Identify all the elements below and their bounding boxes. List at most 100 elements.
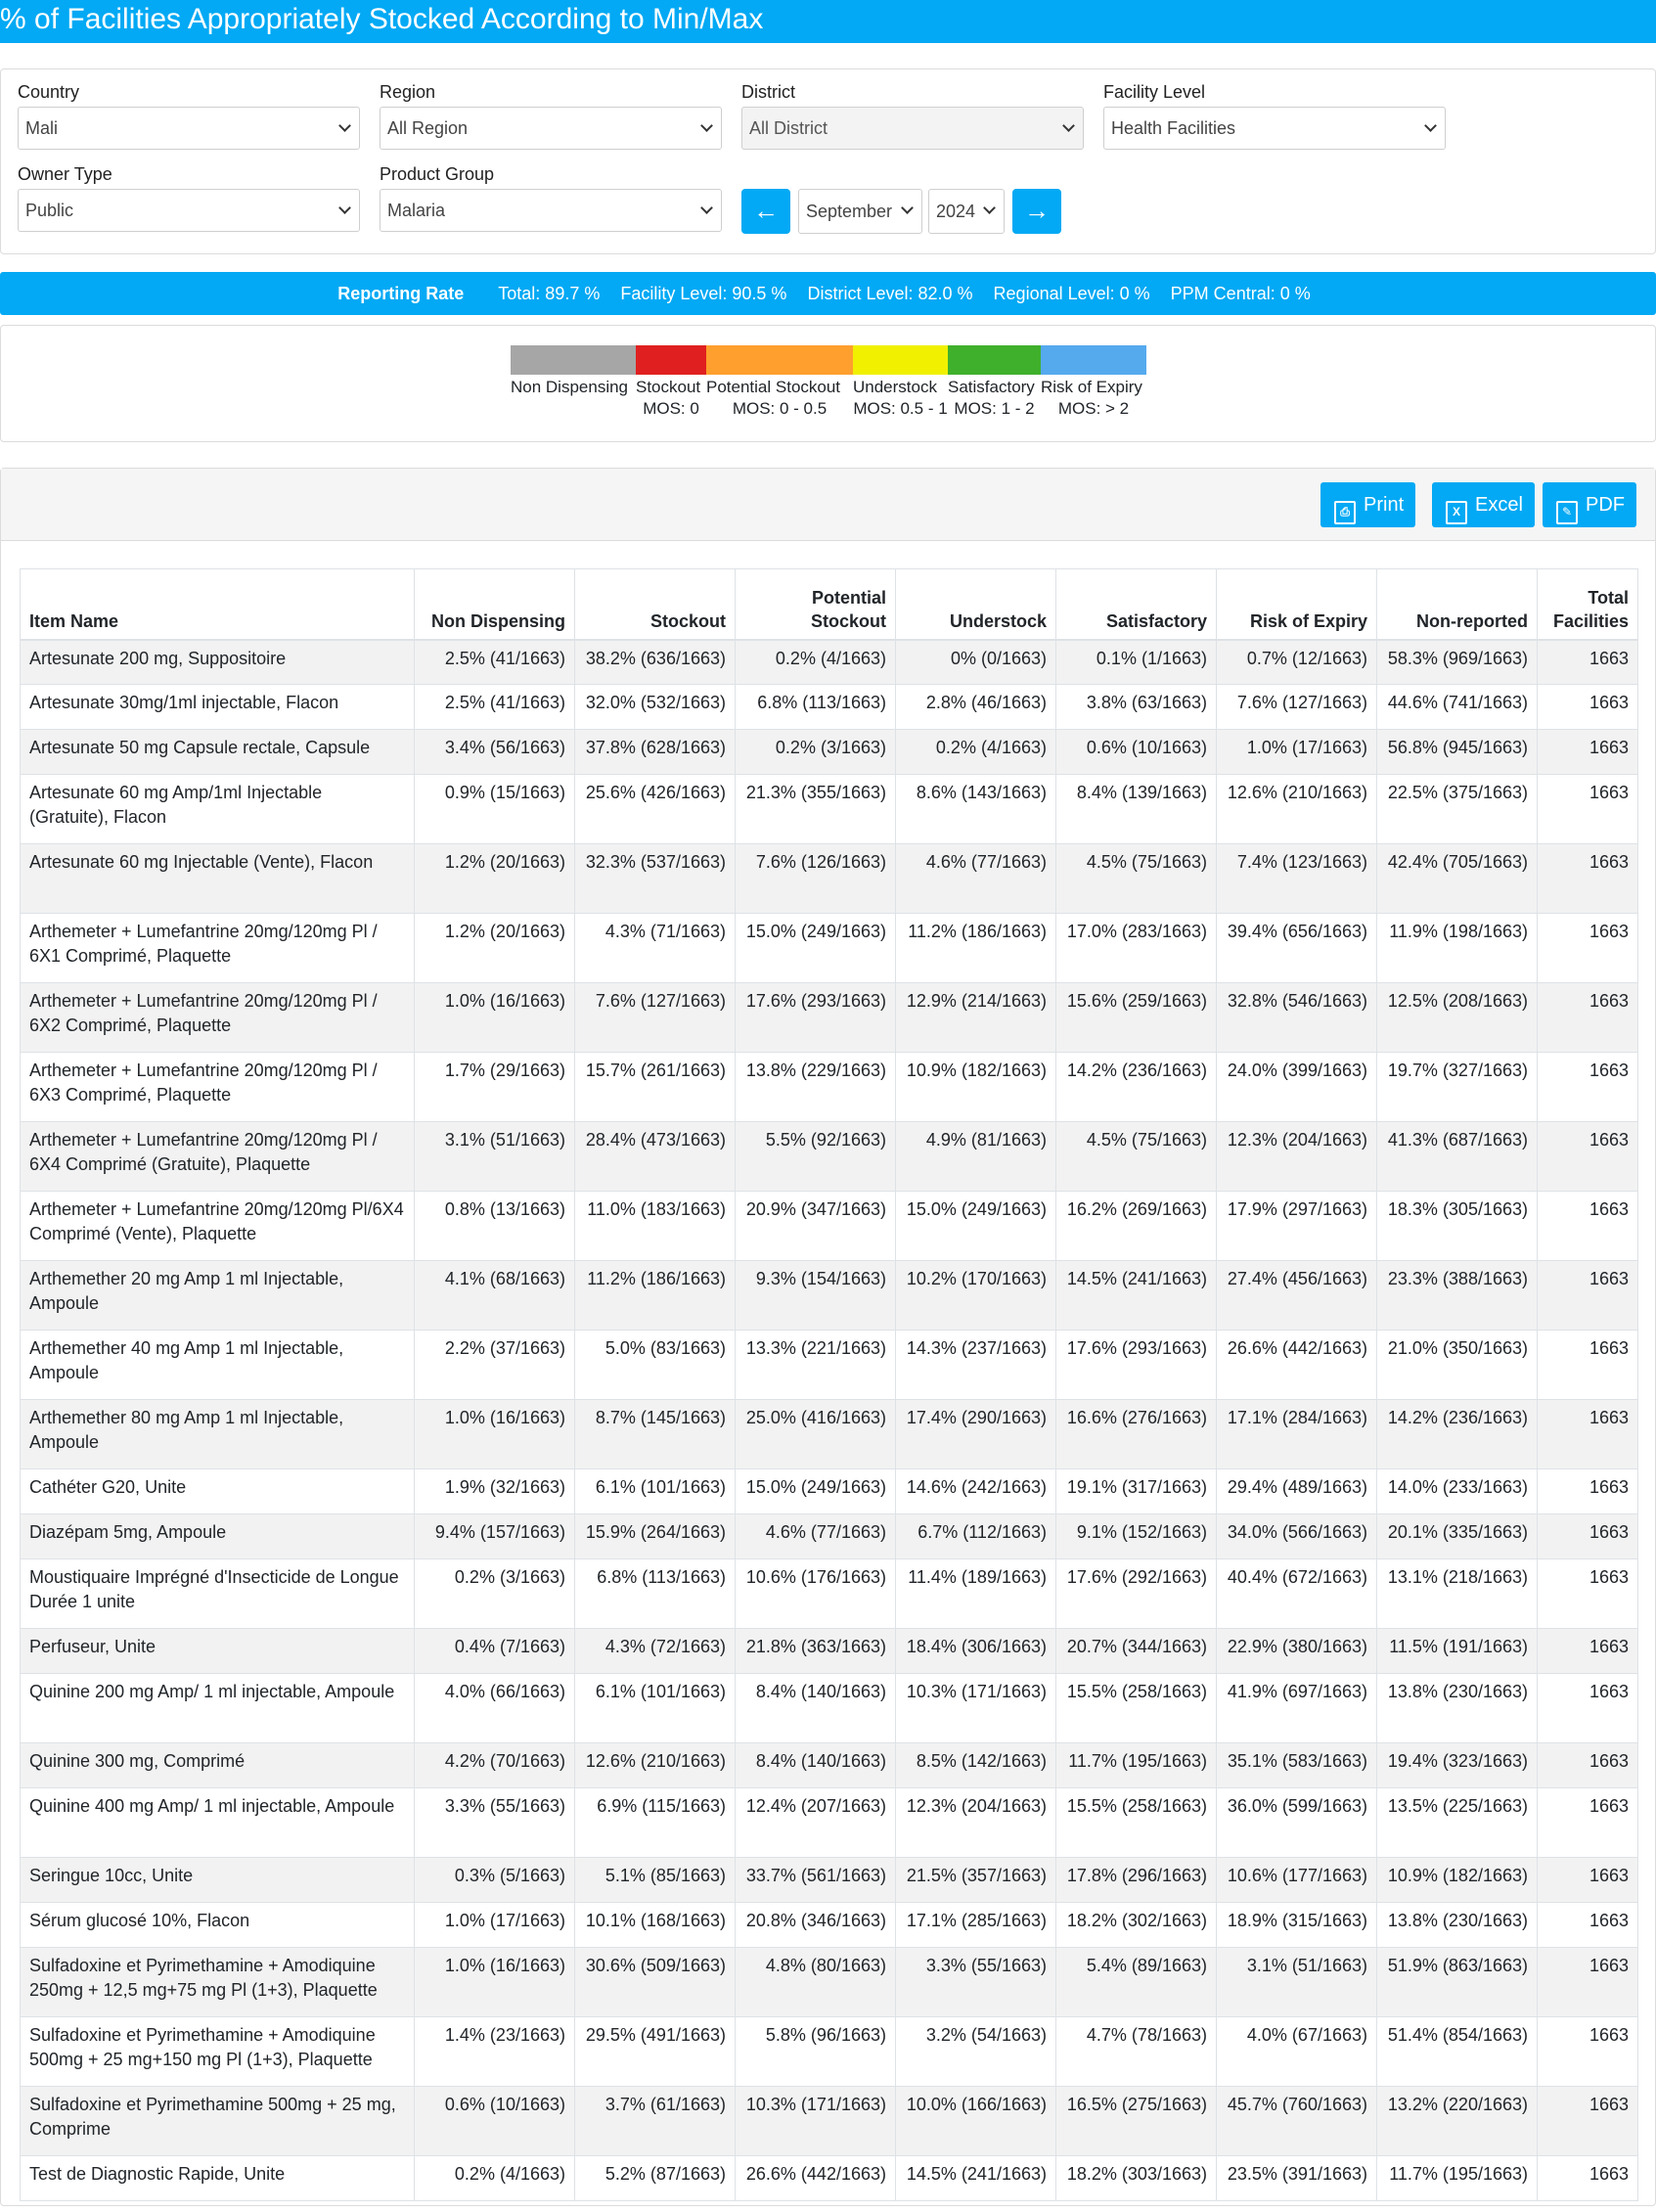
table-cell: 4.3% (72/1663) xyxy=(574,1628,736,1674)
table-cell: 1663 xyxy=(1537,2155,1638,2201)
table-cell: 12.3% (204/1663) xyxy=(1216,1121,1377,1192)
table-cell: 4.5% (75/1663) xyxy=(1055,1121,1217,1192)
table-cell: 26.6% (442/1663) xyxy=(735,2155,896,2201)
district-filter: District All District xyxy=(741,81,1084,150)
legend-mos: MOS: > 2 xyxy=(1057,399,1130,418)
column-header[interactable]: Satisfactory xyxy=(1055,568,1217,641)
table-cell: 10.2% (170/1663) xyxy=(895,1260,1056,1331)
table-cell: 13.8% (230/1663) xyxy=(1376,1673,1538,1743)
column-header[interactable]: Item Name xyxy=(20,568,415,641)
table-cell: 3.1% (51/1663) xyxy=(414,1121,575,1192)
table-cell: 22.9% (380/1663) xyxy=(1216,1628,1377,1674)
region-label: Region xyxy=(380,82,436,102)
column-header[interactable]: Understock xyxy=(895,568,1056,641)
table-cell: 23.5% (391/1663) xyxy=(1216,2155,1377,2201)
column-header[interactable]: Non Dispensing xyxy=(414,568,575,641)
table-cell: 17.4% (290/1663) xyxy=(895,1399,1056,1469)
product-group-filter: Product Group Malaria xyxy=(380,163,722,232)
table-cell: 21.5% (357/1663) xyxy=(895,1857,1056,1903)
table-cell: 5.2% (87/1663) xyxy=(574,2155,736,2201)
printer-icon: ⎙ xyxy=(1334,501,1356,524)
table-cell: 2.5% (41/1663) xyxy=(414,684,575,730)
table-cell: 12.6% (210/1663) xyxy=(1216,774,1377,844)
legend-label: Risk of Expiry xyxy=(1041,378,1142,396)
table-cell: 14.0% (233/1663) xyxy=(1376,1468,1538,1514)
table-cell: 0.2% (4/1663) xyxy=(895,729,1056,775)
table-cell: 0.3% (5/1663) xyxy=(414,1857,575,1903)
month-select[interactable]: September xyxy=(798,189,922,234)
chevron-down-icon xyxy=(983,202,996,214)
legend-swatch xyxy=(948,345,1041,375)
legend-mos-labels: MOS: 0 MOS: 0 - 0.5 MOS: 0.5 - 1 MOS: 1 - 2… xyxy=(511,398,1146,420)
excel-label: Excel xyxy=(1475,494,1523,516)
month-filter: September xyxy=(798,189,922,234)
column-header[interactable]: Non-reported xyxy=(1376,568,1538,641)
column-header[interactable]: Stockout xyxy=(574,568,736,641)
owner-type-select[interactable]: Public xyxy=(18,189,360,232)
table-cell: 17.9% (297/1663) xyxy=(1216,1191,1377,1261)
table-row: Arthemether 80 mg Amp 1 ml Injectable, A… xyxy=(20,1399,1638,1469)
table-cell: 15.9% (264/1663) xyxy=(574,1513,736,1559)
table-cell: 4.8% (80/1663) xyxy=(735,1947,896,2017)
pdf-button[interactable]: ✎ PDF xyxy=(1543,482,1636,527)
column-header[interactable]: Risk of Expiry xyxy=(1216,568,1377,641)
item-name-cell: Sulfadoxine et Pyrimethamine 500mg + 25 … xyxy=(20,2086,415,2156)
table-cell: 5.4% (89/1663) xyxy=(1055,1947,1217,2017)
column-header[interactable]: Total Facilities xyxy=(1537,568,1638,641)
table-cell: 32.8% (546/1663) xyxy=(1216,982,1377,1053)
table-cell: 3.3% (55/1663) xyxy=(414,1787,575,1858)
facility-level-value: Health Facilities xyxy=(1111,118,1236,138)
country-select[interactable]: Mali xyxy=(18,107,360,150)
table-cell: 1.2% (20/1663) xyxy=(414,913,575,983)
table-cell: 1663 xyxy=(1537,1787,1638,1858)
table-cell: 19.7% (327/1663) xyxy=(1376,1052,1538,1122)
owner-type-value: Public xyxy=(25,201,74,220)
next-month-button[interactable]: → xyxy=(1012,189,1061,234)
table-cell: 17.6% (292/1663) xyxy=(1055,1558,1217,1629)
table-cell: 0.2% (4/1663) xyxy=(735,639,896,685)
table-cell: 17.0% (283/1663) xyxy=(1055,913,1217,983)
table-cell: 1.0% (16/1663) xyxy=(414,982,575,1053)
table-cell: 11.2% (186/1663) xyxy=(574,1260,736,1331)
table-cell: 12.5% (208/1663) xyxy=(1376,982,1538,1053)
month-value: September xyxy=(806,202,893,221)
reporting-total: Total: 89.7 % xyxy=(498,284,601,303)
region-select[interactable]: All Region xyxy=(380,107,722,150)
item-name-cell: Sérum glucosé 10%, Flacon xyxy=(20,1902,415,1948)
table-cell: 13.8% (229/1663) xyxy=(735,1052,896,1122)
table-cell: 25.0% (416/1663) xyxy=(735,1399,896,1469)
table-cell: 8.7% (145/1663) xyxy=(574,1399,736,1469)
district-select[interactable]: All District xyxy=(741,107,1084,150)
table-cell: 17.6% (293/1663) xyxy=(1055,1330,1217,1400)
excel-button[interactable]: X Excel xyxy=(1432,482,1535,527)
year-select[interactable]: 2024 xyxy=(928,189,1005,234)
chevron-down-icon xyxy=(1424,119,1437,132)
table-cell: 29.4% (489/1663) xyxy=(1216,1468,1377,1514)
table-cell: 10.9% (182/1663) xyxy=(1376,1857,1538,1903)
arrow-right-icon: → xyxy=(1024,196,1050,225)
column-header[interactable]: Potential Stockout xyxy=(735,568,896,641)
legend-swatch xyxy=(706,345,853,375)
product-group-select[interactable]: Malaria xyxy=(380,189,722,232)
table-cell: 0% (0/1663) xyxy=(895,639,1056,685)
table-row: Artesunate 30mg/1ml injectable, Flacon 2.… xyxy=(20,684,1638,730)
table-cell: 9.3% (154/1663) xyxy=(735,1260,896,1331)
table-cell: 0.8% (13/1663) xyxy=(414,1191,575,1261)
item-name-cell: Diazépam 5mg, Ampoule xyxy=(20,1513,415,1559)
table-cell: 14.2% (236/1663) xyxy=(1376,1399,1538,1469)
print-button[interactable]: ⎙ Print xyxy=(1320,482,1416,527)
table-cell: 0.2% (3/1663) xyxy=(735,729,896,775)
facility-level-select[interactable]: Health Facilities xyxy=(1103,107,1446,150)
table-cell: 1663 xyxy=(1537,1121,1638,1192)
legend-mos: MOS: 1 - 2 xyxy=(954,399,1035,418)
table-cell: 32.0% (532/1663) xyxy=(574,684,736,730)
previous-month-button[interactable]: ← xyxy=(741,189,790,234)
district-value: All District xyxy=(749,118,828,138)
country-label: Country xyxy=(18,82,80,102)
table-cell: 3.4% (56/1663) xyxy=(414,729,575,775)
table-cell: 17.8% (296/1663) xyxy=(1055,1857,1217,1903)
table-cell: 14.5% (241/1663) xyxy=(895,2155,1056,2201)
table-row: Perfuseur, Unite 0.4% (7/1663) 4.3% (72/16… xyxy=(20,1628,1638,1674)
table-cell: 0.9% (15/1663) xyxy=(414,774,575,844)
table-cell: 15.5% (258/1663) xyxy=(1055,1673,1217,1743)
